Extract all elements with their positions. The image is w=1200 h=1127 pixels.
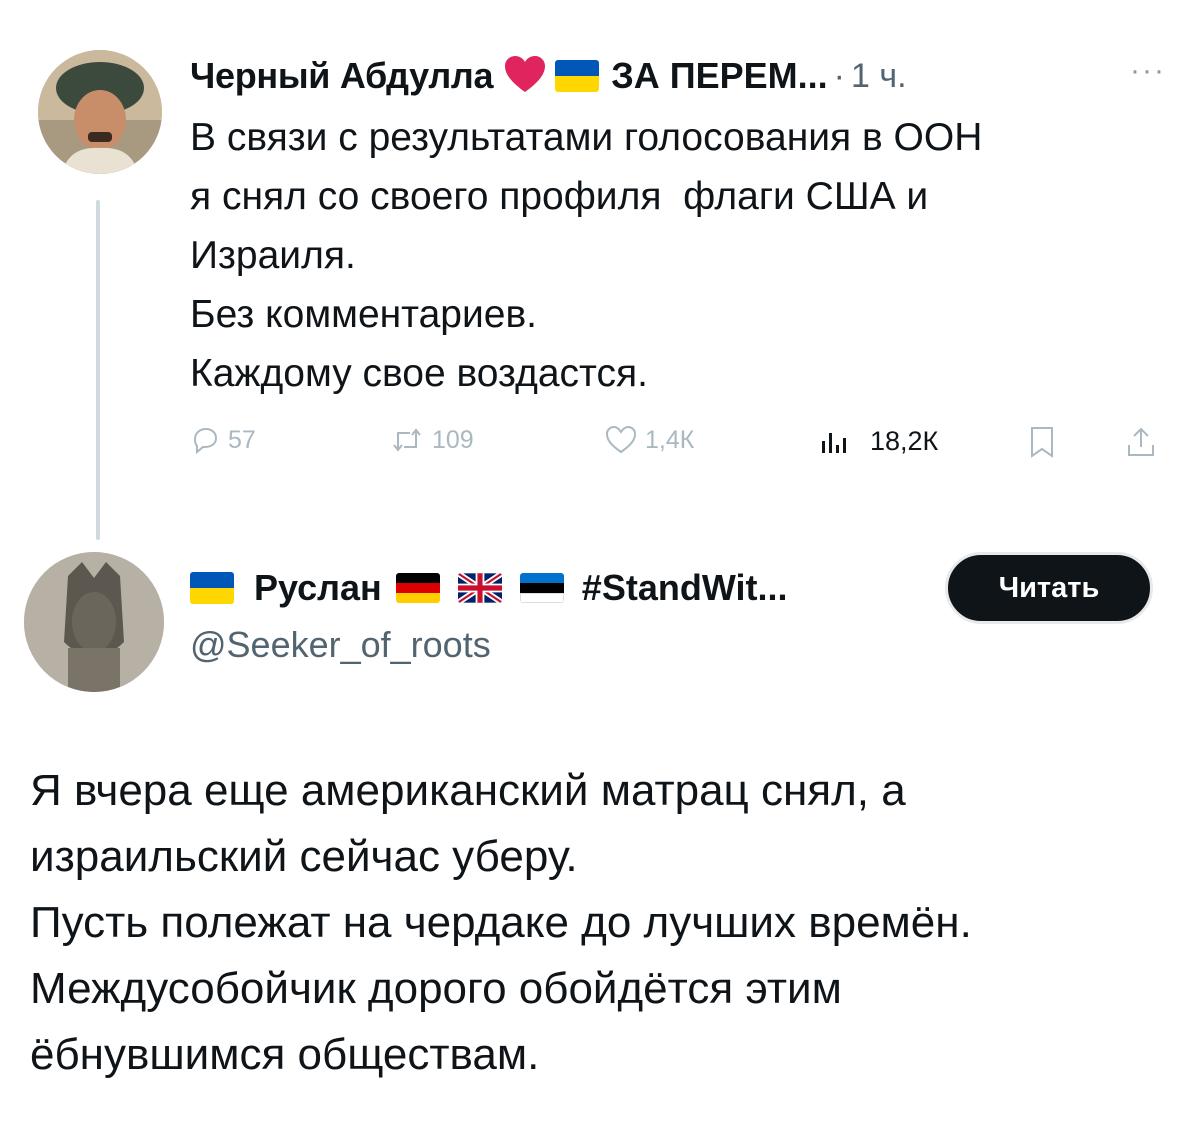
bookmark-icon — [1031, 427, 1053, 458]
text-line: Без комментариев. — [190, 293, 538, 336]
tweet1-header: Черный Абдулла ЗА ПЕРЕМ... · 1 ч. — [190, 48, 907, 104]
views-icon — [822, 433, 846, 453]
estonia-flag-icon — [519, 573, 564, 603]
text-line: Я вчера еще американский матрац снял, а — [30, 766, 906, 815]
like-icon — [605, 425, 637, 454]
avatar[interactable] — [24, 552, 164, 692]
thread-line — [96, 200, 100, 540]
text-line: я снял со своего профиля флаги США и — [190, 175, 929, 218]
author-name[interactable]: Черный Абдулла — [190, 55, 494, 97]
like-count: 1,4К — [645, 425, 695, 454]
retweet-count: 109 — [432, 425, 474, 454]
tweet2-text: Я вчера еще американский матрац снял, а … — [30, 758, 1180, 1088]
tweet2-header: Руслан #StandWit... — [190, 558, 787, 618]
author-name[interactable]: Руслан — [254, 567, 382, 609]
text-line: Пусть полежат на чердаке до лучших времё… — [30, 898, 972, 947]
text-line: Израиля. — [190, 234, 356, 277]
follow-button[interactable]: Читать — [945, 552, 1153, 624]
tweet-time[interactable]: 1 ч. — [851, 57, 907, 96]
reply-count: 57 — [228, 425, 256, 454]
name-suffix: ЗА ПЕРЕМ... — [611, 55, 828, 96]
action-bar: 57 109 1,4К 18,2К — [190, 425, 1180, 481]
retweet-icon — [393, 428, 421, 452]
avatar-image — [38, 50, 162, 174]
avatar-image — [24, 552, 164, 692]
share-icon — [1128, 427, 1154, 456]
bookmark-button[interactable] — [1028, 425, 1064, 459]
text-line: ёбнувшимся обществам. — [30, 1030, 540, 1079]
red-heart-icon — [503, 54, 547, 99]
separator-dot: · — [833, 56, 845, 95]
retweet-button[interactable]: 109 — [390, 425, 474, 455]
more-icon[interactable]: ··· — [1130, 54, 1166, 88]
ukraine-flag-icon — [555, 60, 600, 92]
germany-flag-icon — [395, 573, 440, 603]
avatar[interactable] — [38, 50, 162, 174]
text-line: израильский сейчас уберу. — [30, 832, 578, 881]
like-button[interactable]: 1,4К — [605, 425, 694, 455]
text-line: В связи с результатами голосования в ООН — [190, 116, 983, 159]
tweet1-text: В связи с результатами голосования в ООН… — [190, 108, 1180, 403]
views-button[interactable]: 18,2К — [818, 425, 938, 457]
ukraine-flag-icon — [190, 572, 234, 604]
reply-button[interactable]: 57 — [190, 425, 256, 455]
views-count: 18,2К — [870, 425, 939, 456]
reply-icon — [193, 427, 218, 455]
text-line: Каждому свое воздастся. — [190, 352, 648, 395]
text-line: Междусобойчик дорого обойдётся этим — [30, 964, 842, 1013]
uk-flag-icon — [457, 573, 502, 603]
user-handle[interactable]: @Seeker_of_roots — [190, 624, 491, 666]
name-hashtag: #StandWit... — [581, 567, 788, 608]
share-button[interactable] — [1125, 425, 1165, 459]
